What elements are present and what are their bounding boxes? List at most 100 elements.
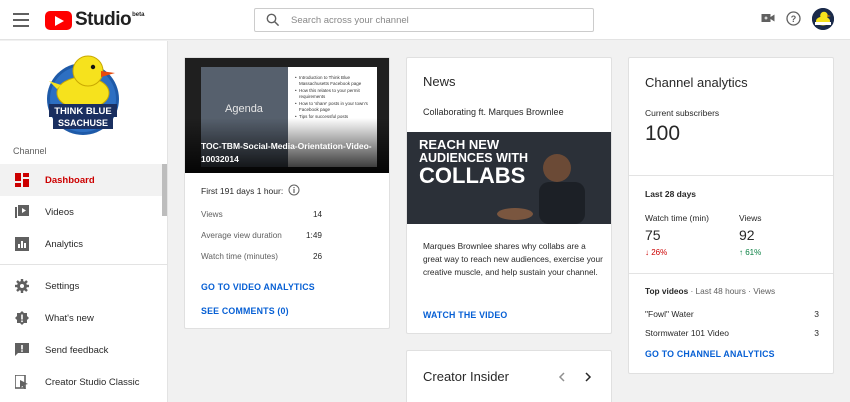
channel-logo-text-2: SSACHUSE — [58, 118, 108, 128]
analytics-icon — [15, 237, 29, 251]
stat-row-watch-time: Watch time (minutes) 26 — [201, 252, 377, 261]
go-to-video-analytics-link[interactable]: GO TO VIDEO ANALYTICS — [201, 282, 315, 292]
analytics-divider — [629, 273, 833, 274]
channel-analytics-title: Channel analytics — [645, 75, 748, 90]
sidebar-item-whats-new[interactable]: What's new — [0, 302, 162, 334]
sidebar-item-label: Send feedback — [45, 345, 109, 356]
chevron-left-icon[interactable] — [557, 371, 567, 383]
top-videos-header: Top videos · Last 48 hours · Views — [645, 286, 775, 296]
watch-time-label: Watch time (min) — [645, 213, 709, 223]
stat-value: 1:49 — [306, 231, 322, 240]
sidebar-item-label: What's new — [45, 313, 94, 324]
views-change: ↑ 61% — [739, 248, 761, 257]
slide-bullet: Introduction to Think Blue Massachusetts… — [295, 75, 375, 86]
sidebar-item-videos[interactable]: Videos — [0, 196, 162, 228]
logo-text: Studio — [75, 9, 132, 30]
create-video-icon[interactable] — [761, 11, 775, 25]
help-icon[interactable]: ? — [786, 11, 801, 26]
sidebar-item-label: Analytics — [45, 239, 84, 250]
views-label: Views — [739, 213, 762, 223]
slide-bullets: Introduction to Think Blue Massachusetts… — [295, 75, 375, 122]
slide-bullet: How to 'share' posts in your town's Face… — [295, 101, 375, 112]
views-change-value: 61% — [745, 248, 762, 257]
channel-avatar[interactable]: THINK BLUE SSACHUSE — [43, 49, 123, 137]
sidebar-item-creator-studio-classic[interactable]: Creator Studio Classic — [0, 366, 162, 398]
stats-heading: First 191 days 1 hour: — [201, 186, 284, 196]
stat-label: Watch time (minutes) — [201, 252, 279, 261]
news-image-line-1: REACH NEW — [419, 137, 500, 152]
news-title: News — [423, 74, 456, 89]
feedback-icon — [15, 343, 29, 356]
watch-the-video-link[interactable]: WATCH THE VIDEO — [423, 310, 507, 320]
top-video-row[interactable]: "Fowl" Water 3 — [645, 309, 819, 319]
creator-insider-title: Creator Insider — [423, 369, 509, 384]
hamburger-menu-icon[interactable] — [13, 13, 29, 27]
duck-avatar-icon — [812, 8, 834, 30]
video-thumbnail[interactable]: Agenda Introduction to Think Blue Massac… — [185, 58, 389, 173]
news-body: Marques Brownlee shares why collabs are … — [423, 241, 603, 277]
watch-time-change-value: 26% — [651, 248, 668, 257]
account-avatar[interactable] — [812, 8, 834, 30]
studio-logo[interactable]: Studio beta — [45, 9, 144, 31]
top-videos-label: Top videos — [645, 286, 689, 296]
watch-time-value: 75 — [645, 227, 661, 243]
sidebar-item-settings[interactable]: Settings — [0, 270, 162, 302]
search-input[interactable] — [291, 12, 581, 28]
stat-label: Average view duration — [201, 231, 282, 240]
gear-icon — [15, 279, 29, 293]
analytics-divider — [629, 175, 833, 176]
info-icon[interactable] — [288, 184, 300, 196]
top-bar: Studio beta ? — [0, 0, 850, 40]
channel-section-label: Channel — [13, 146, 47, 156]
chevron-right-icon[interactable] — [583, 371, 593, 383]
whats-new-icon — [15, 311, 29, 325]
see-comments-link[interactable]: SEE COMMENTS (0) — [201, 306, 289, 316]
slide-bullet: How this relates to your permit requirem… — [295, 88, 375, 99]
search-box[interactable] — [254, 8, 594, 32]
sidebar-item-analytics[interactable]: Analytics — [0, 228, 162, 260]
videos-icon — [15, 205, 29, 218]
sidebar-item-dashboard[interactable]: Dashboard — [0, 164, 162, 196]
video-title[interactable]: TOC-TBM-Social-Media-Orientation-Video-1… — [201, 140, 381, 166]
latest-video-card: Agenda Introduction to Think Blue Massac… — [184, 57, 390, 329]
sidebar-divider — [0, 264, 167, 265]
channel-logo-text-1: THINK BLUE — [54, 106, 112, 117]
subscribers-label: Current subscribers — [645, 108, 720, 118]
creator-insider-card: Creator Insider — [406, 350, 612, 402]
top-video-title: Stormwater 101 Video — [645, 328, 729, 338]
top-video-title: "Fowl" Water — [645, 309, 694, 319]
news-image-line-3: COLLABS — [419, 163, 526, 188]
top-video-row[interactable]: Stormwater 101 Video 3 — [645, 328, 819, 338]
top-videos-period: · Last 48 hours · Views — [688, 286, 776, 296]
stat-row-avg-duration: Average view duration 1:49 — [201, 231, 377, 240]
channel-analytics-card: Channel analytics Current subscribers 10… — [628, 57, 834, 374]
news-image[interactable]: REACH NEW AUDIENCES WITH COLLABS — [407, 132, 611, 224]
sidebar-item-label: Settings — [45, 281, 80, 292]
stat-row-views: Views 14 — [201, 210, 377, 219]
sidebar-scrollbar[interactable] — [162, 164, 167, 216]
sidebar-item-label: Dashboard — [45, 175, 95, 186]
channel-duck-logo: THINK BLUE SSACHUSE — [47, 55, 119, 135]
stat-value: 26 — [313, 252, 323, 261]
top-video-views: 3 — [814, 328, 819, 338]
youtube-play-icon — [45, 10, 72, 30]
search-icon — [266, 13, 280, 27]
period-label: Last 28 days — [645, 189, 697, 199]
sidebar-item-send-feedback[interactable]: Send feedback — [0, 334, 162, 366]
top-video-views: 3 — [814, 309, 819, 319]
news-subtitle: Collaborating ft. Marques Brownlee — [423, 107, 564, 117]
go-to-channel-analytics-link[interactable]: GO TO CHANNEL ANALYTICS — [645, 349, 775, 359]
subscribers-value: 100 — [645, 122, 681, 145]
news-card: News Collaborating ft. Marques Brownlee … — [406, 57, 612, 334]
sidebar: THINK BLUE SSACHUSE Channel Dashboard Vi… — [0, 41, 168, 402]
sidebar-item-label: Videos — [45, 207, 74, 218]
sidebar-item-label: Creator Studio Classic — [45, 377, 140, 388]
beta-badge: beta — [132, 12, 145, 18]
stat-value: 14 — [313, 210, 323, 219]
stat-label: Views — [201, 210, 223, 219]
slide-agenda-title: Agenda — [225, 103, 263, 115]
dashboard-icon — [15, 173, 29, 187]
views-value: 92 — [739, 227, 755, 243]
svg-text:?: ? — [791, 14, 797, 24]
classic-icon — [15, 375, 28, 389]
